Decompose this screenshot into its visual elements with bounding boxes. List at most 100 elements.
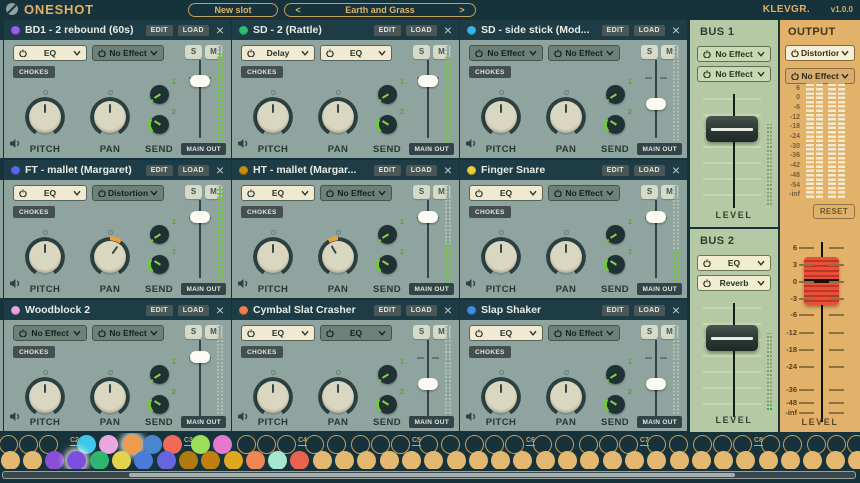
white-key[interactable]: [513, 451, 532, 470]
white-key[interactable]: [647, 451, 666, 470]
power-icon[interactable]: [791, 49, 799, 57]
pitch-knob[interactable]: [253, 237, 293, 277]
power-icon[interactable]: [98, 189, 106, 197]
main-out-button[interactable]: MAIN OUT: [637, 283, 682, 295]
pitch-knob[interactable]: [481, 97, 521, 137]
pitch-knob[interactable]: [253, 97, 293, 137]
send1-knob[interactable]: [377, 224, 398, 245]
power-icon[interactable]: [98, 49, 106, 57]
send2-knob[interactable]: [377, 394, 398, 415]
edit-button[interactable]: EDIT: [146, 25, 173, 36]
send1-knob[interactable]: [149, 364, 170, 385]
close-icon[interactable]: ×: [444, 20, 452, 40]
volume-fader-handle[interactable]: [190, 211, 210, 223]
white-key[interactable]: [826, 451, 845, 470]
main-out-button[interactable]: MAIN OUT: [409, 416, 454, 428]
white-key[interactable]: [134, 451, 153, 470]
power-icon[interactable]: [703, 50, 711, 58]
solo-button[interactable]: S: [185, 185, 202, 199]
send1-knob[interactable]: [605, 224, 626, 245]
power-icon[interactable]: [475, 49, 483, 57]
load-button[interactable]: LOAD: [178, 305, 209, 316]
scrollbar-thumb[interactable]: [129, 473, 735, 477]
black-key[interactable]: [391, 435, 410, 454]
edit-button[interactable]: EDIT: [374, 165, 401, 176]
send2-knob[interactable]: [605, 394, 626, 415]
power-icon[interactable]: [19, 329, 27, 337]
new-slot-button[interactable]: New slot: [188, 3, 278, 17]
close-icon[interactable]: ×: [216, 20, 224, 40]
chokes-button[interactable]: CHOKES: [469, 346, 511, 358]
horizontal-scrollbar[interactable]: [2, 471, 856, 479]
edit-button[interactable]: EDIT: [602, 25, 629, 36]
send2-knob[interactable]: [149, 254, 170, 275]
white-key[interactable]: [201, 451, 220, 470]
pitch-knob[interactable]: [25, 237, 65, 277]
power-icon[interactable]: [703, 70, 711, 78]
white-key[interactable]: [313, 451, 332, 470]
white-key[interactable]: [848, 451, 860, 470]
solo-button[interactable]: S: [641, 45, 658, 59]
power-icon[interactable]: [98, 329, 106, 337]
white-key[interactable]: [803, 451, 822, 470]
pan-knob[interactable]: [90, 97, 130, 137]
pan-knob[interactable]: [546, 377, 586, 417]
volume-fader-handle[interactable]: [190, 75, 210, 87]
power-icon[interactable]: [247, 49, 255, 57]
white-key[interactable]: [45, 451, 64, 470]
send2-knob[interactable]: [605, 114, 626, 135]
white-key[interactable]: [179, 451, 198, 470]
power-icon[interactable]: [247, 189, 255, 197]
power-icon[interactable]: [703, 259, 711, 267]
effect-slot-1-dropdown[interactable]: Delay: [241, 45, 315, 61]
load-button[interactable]: LOAD: [406, 165, 437, 176]
pan-knob[interactable]: [546, 97, 586, 137]
volume-fader-handle[interactable]: [418, 75, 438, 87]
send1-knob[interactable]: [605, 84, 626, 105]
white-key[interactable]: [23, 451, 42, 470]
white-key[interactable]: [268, 451, 287, 470]
send1-knob[interactable]: [605, 364, 626, 385]
chokes-button[interactable]: CHOKES: [13, 346, 55, 358]
white-key[interactable]: [759, 451, 778, 470]
send2-knob[interactable]: [377, 254, 398, 275]
load-button[interactable]: LOAD: [634, 165, 665, 176]
white-key[interactable]: [380, 451, 399, 470]
solo-button[interactable]: S: [185, 325, 202, 339]
pan-knob[interactable]: [90, 237, 130, 277]
close-icon[interactable]: ×: [672, 300, 680, 320]
white-key[interactable]: [536, 451, 555, 470]
send1-knob[interactable]: [377, 84, 398, 105]
effect-slot-1-dropdown[interactable]: EQ: [241, 185, 315, 201]
load-button[interactable]: LOAD: [178, 165, 209, 176]
bus-fader-handle[interactable]: [706, 116, 758, 142]
pitch-knob[interactable]: [25, 97, 65, 137]
power-icon[interactable]: [475, 189, 483, 197]
chokes-button[interactable]: CHOKES: [13, 206, 55, 218]
chokes-button[interactable]: CHOKES: [241, 346, 283, 358]
send1-knob[interactable]: [377, 364, 398, 385]
preset-selector[interactable]: < Earth and Grass >: [284, 3, 476, 17]
main-out-button[interactable]: MAIN OUT: [181, 283, 226, 295]
effect-slot-1-dropdown[interactable]: No Effect: [469, 45, 543, 61]
solo-button[interactable]: S: [641, 185, 658, 199]
preset-next-icon[interactable]: >: [455, 4, 469, 16]
white-key[interactable]: [424, 451, 443, 470]
effect-slot-2-dropdown[interactable]: No Effect: [548, 325, 620, 341]
send2-knob[interactable]: [149, 394, 170, 415]
white-key[interactable]: [447, 451, 466, 470]
main-out-button[interactable]: MAIN OUT: [181, 143, 226, 155]
edit-button[interactable]: EDIT: [374, 25, 401, 36]
send2-knob[interactable]: [149, 114, 170, 135]
load-button[interactable]: LOAD: [634, 25, 665, 36]
bus-effect-1-dropdown[interactable]: EQ: [697, 255, 771, 271]
load-button[interactable]: LOAD: [406, 305, 437, 316]
main-out-button[interactable]: MAIN OUT: [637, 143, 682, 155]
volume-fader-handle[interactable]: [418, 378, 438, 390]
volume-fader-handle[interactable]: [190, 351, 210, 363]
output-effect-1-dropdown[interactable]: Distortion: [785, 45, 855, 61]
power-icon[interactable]: [326, 49, 334, 57]
volume-fader-track[interactable]: [199, 60, 201, 138]
pitch-knob[interactable]: [253, 377, 293, 417]
main-out-button[interactable]: MAIN OUT: [409, 283, 454, 295]
